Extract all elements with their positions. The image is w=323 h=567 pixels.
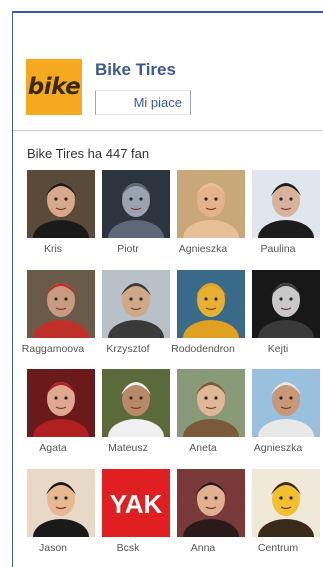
fan-name[interactable]: Agata [12,442,94,454]
svg-text:YAK: YAK [110,489,163,519]
fan-avatar-image [177,170,245,238]
fan-avatar-image [252,369,320,437]
fan-avatar[interactable] [102,369,170,437]
fan-name[interactable]: Kejti [237,343,319,355]
fan-avatar-image [252,170,320,238]
page-name-link[interactable]: Bike Tires [95,60,176,80]
fan-avatar[interactable] [102,170,170,238]
fan-name[interactable]: Agnieszka [237,442,319,454]
fan-avatar-image [252,270,320,338]
fan-name[interactable]: Centrum [237,542,319,554]
fan-name[interactable]: Krzysztof [87,343,169,355]
fan-avatar-image [27,369,95,437]
fan-count-text: Bike Tires ha 447 fan [27,146,150,161]
fan-avatar[interactable] [252,270,320,338]
fan-avatar[interactable] [102,270,170,338]
fan-name[interactable]: Mateusz [87,442,169,454]
fan-avatar[interactable]: YAK [102,469,170,537]
fan-avatar[interactable] [27,369,95,437]
fan-name[interactable]: Jason [12,542,94,554]
fan-avatar[interactable] [27,270,95,338]
fan-avatar-image [177,469,245,537]
fan-name[interactable]: Aneta [162,442,244,454]
fan-box-widget: bike Bike Tires Mi piace Bike Tires ha 4… [12,11,323,567]
fan-name[interactable]: Kris [12,243,94,255]
fan-avatar[interactable] [177,170,245,238]
fan-avatar-image [27,469,95,537]
fan-avatar[interactable] [177,469,245,537]
fan-avatar[interactable] [252,369,320,437]
fan-avatar-image [177,369,245,437]
fan-avatar[interactable] [177,270,245,338]
fan-name[interactable]: Agnieszka [162,243,244,255]
fan-name[interactable]: Rododendron [162,343,244,355]
fan-avatar[interactable] [252,170,320,238]
fan-avatar-image [27,170,95,238]
fan-name[interactable]: Raggamoova [12,343,94,355]
fan-name[interactable]: Anna [162,542,244,554]
fan-name[interactable]: Paulina [237,243,319,255]
fan-avatar[interactable] [27,469,95,537]
fan-avatar[interactable] [27,170,95,238]
like-button[interactable]: Mi piace [95,90,191,115]
fan-avatar-image [27,270,95,338]
page-logo-text: bike [27,74,81,100]
fan-avatar[interactable] [252,469,320,537]
fan-avatar-image [102,369,170,437]
fan-name[interactable]: Bcsk [87,542,169,554]
fan-avatar-image [102,270,170,338]
fan-avatar-image [102,170,170,238]
thumbs-up-icon [100,101,103,109]
fan-name[interactable]: Piotr [87,243,169,255]
fan-avatar[interactable] [177,369,245,437]
fan-avatar-image: YAK [102,469,170,537]
like-button-label: Mi piace [133,95,182,110]
fan-avatar-image [252,469,320,537]
fan-avatar-image [177,270,245,338]
fan-box-header: bike Bike Tires Mi piace [13,13,323,131]
page-logo[interactable]: bike [26,59,82,115]
